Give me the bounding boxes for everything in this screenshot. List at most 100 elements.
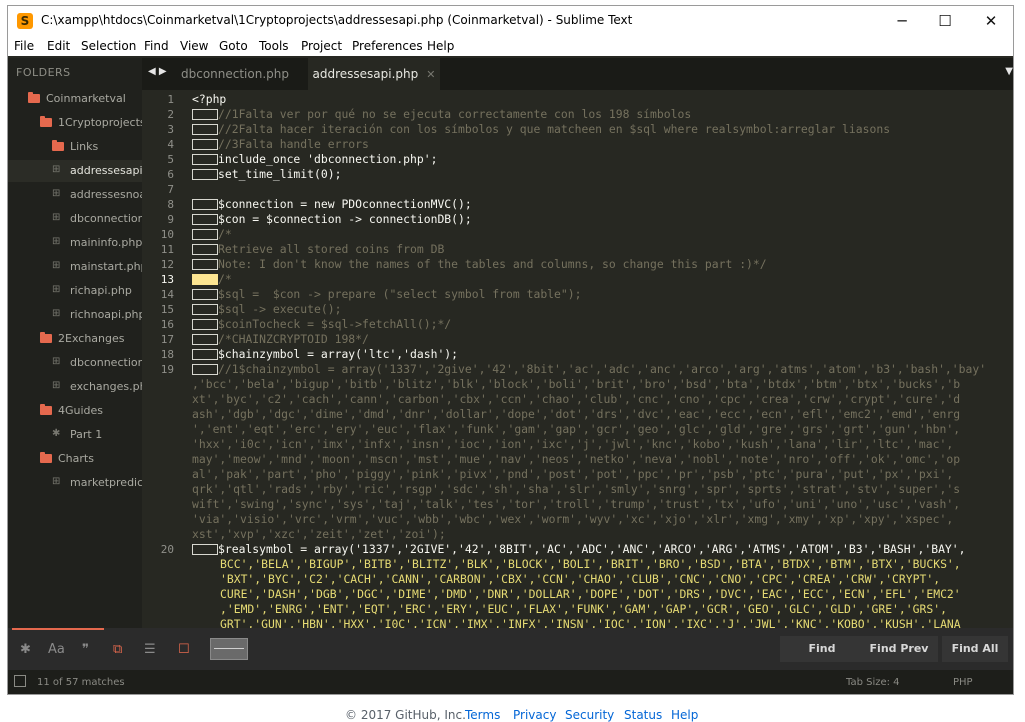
code-line: wift','swing','sync','sys','taj','talk',… (192, 497, 960, 512)
footer-link-help[interactable]: Help (671, 708, 698, 722)
menu-project[interactable]: Project (301, 39, 342, 53)
tab-dbconnection[interactable]: dbconnection.php (180, 58, 290, 90)
menu-help[interactable]: Help (427, 39, 454, 53)
editor-scrollbar[interactable] (1005, 90, 1013, 628)
code-line: $sql = $con -> prepare ("select symbol f… (192, 287, 581, 302)
code-line: ,'bcc','bela','bigup','bitb','blitz','bl… (192, 377, 960, 392)
line-number: 15 (160, 303, 174, 316)
tab-dropdown-icon[interactable]: ▼ (1005, 66, 1013, 77)
sidebar-item[interactable]: ⊞ exchanges.php (8, 376, 142, 398)
line-number: 9 (167, 213, 174, 226)
case-sensitive-toggle-icon[interactable]: Aa (48, 642, 65, 657)
line-number: 8 (167, 198, 174, 211)
whole-word-toggle-icon[interactable]: ❞ (82, 642, 89, 657)
menu-view[interactable]: View (180, 39, 208, 53)
sidebar-item[interactable]: ⊞ richnoapi.php (8, 304, 142, 326)
find-bar: ✱ Aa ❞ ⧉ ☰ ☐ Find Find Prev Find All (8, 628, 1013, 670)
find-prev-button[interactable]: Find Prev (860, 636, 938, 662)
code-line: 'hxx','i0c','icn','imx','infx','insn','i… (192, 437, 953, 452)
sidebar-item[interactable]: ⊞ addressesapi.php (8, 160, 142, 182)
line-number: 10 (160, 228, 174, 241)
sidebar-item[interactable]: ⊞ addressesnoapi.php (8, 184, 142, 206)
sidebar-item[interactable]: ⊞ marketprediction.php (8, 472, 142, 494)
sidebar-item[interactable]: ⊞ dbconnection.php (8, 208, 142, 230)
tab-bar: ◀ ▶ dbconnection.php addressesapi.php ✕ ▼ (142, 58, 1013, 90)
sidebar-item-label: Links (70, 140, 99, 153)
menu-selection[interactable]: Selection (81, 39, 136, 53)
sidebar-item[interactable]: 2Exchanges (8, 328, 142, 350)
folders-header: FOLDERS (16, 66, 71, 79)
code-line: //2Falta hacer iteración con los símbolo… (192, 122, 890, 137)
minimize-button[interactable]: ─ (879, 6, 925, 36)
tab-size-indicator[interactable]: Tab Size: 4 (846, 677, 900, 688)
wrap-toggle-icon[interactable]: ⧉ (113, 642, 122, 657)
line-number: 12 (160, 258, 174, 271)
code-text: ','ent','eqt','erc','ery','euc','flax','… (192, 422, 961, 436)
code-text: //3Falta handle errors (218, 137, 369, 151)
maximize-button[interactable]: ☐ (922, 6, 968, 36)
sidebar-item[interactable]: ✱ Part 1 (8, 424, 142, 446)
in-selection-toggle-icon[interactable]: ☰ (144, 642, 156, 657)
menu-goto[interactable]: Goto (219, 39, 248, 53)
close-button[interactable]: ✕ (968, 6, 1013, 36)
menu-preferences[interactable]: Preferences (352, 39, 423, 53)
code-editor[interactable]: 1 2 3 4 5 6 7 8 9 10 11 12 13 14 15 16 17 18 19 20 <?php//1… (142, 90, 1013, 628)
code-text: Retrieve all stored coins from DB (218, 242, 445, 256)
find-button[interactable]: Find (780, 636, 864, 662)
code-text: xst','xvp','xzc','zeit','zet','zoi'); (192, 527, 446, 541)
sidebar-item[interactable]: Links (8, 136, 142, 158)
code-line: ,'EMD','ENRG','ENT','EQT','ERC','ERY','E… (220, 602, 947, 617)
code-line: set_time_limit(0); (192, 167, 341, 182)
find-all-button[interactable]: Find All (942, 636, 1008, 662)
line-number: 5 (167, 153, 174, 166)
tab-close-icon[interactable]: ✕ (426, 68, 435, 81)
tab-scroll-arrows-icon[interactable]: ◀ ▶ (148, 66, 167, 77)
menu-tools[interactable]: Tools (259, 39, 289, 53)
match-highlight (192, 214, 218, 225)
sidebar-item[interactable]: ⊞ maininfo.php (8, 232, 142, 254)
tab-addressesapi[interactable]: addressesapi.php ✕ (308, 58, 440, 90)
sidebar-item-label: Part 1 (70, 428, 103, 441)
match-highlight (192, 244, 218, 255)
footer-link-privacy[interactable]: Privacy (513, 708, 556, 722)
code-line: ','ent','eqt','erc','ery','euc','flax','… (192, 422, 960, 437)
tab-label: addressesapi.php (312, 67, 419, 81)
menu-edit[interactable]: Edit (47, 39, 70, 53)
sidebar-item[interactable]: ⊞ dbconnection.php (8, 352, 142, 374)
code-line: //1$chainzymbol = array('1337','2give','… (192, 362, 986, 377)
regex-toggle-icon[interactable]: ✱ (20, 642, 31, 657)
sidebar-item[interactable]: 1Cryptoprojects (8, 112, 142, 134)
footer-link-security[interactable]: Security (565, 708, 614, 722)
sidebar-item-label: exchanges.php (70, 380, 142, 393)
code-line: include_once 'dbconnection.php'; (192, 152, 437, 167)
match-highlight (192, 154, 218, 165)
sidebar-item[interactable]: 4Guides (8, 400, 142, 422)
code-text: ,'bcc','bela','bigup','bitb','blitz','bl… (192, 377, 961, 391)
panel-toggle-icon[interactable] (14, 675, 26, 687)
sidebar-item[interactable]: ⊞ mainstart.php (8, 256, 142, 278)
match-highlight (192, 229, 218, 240)
code-area[interactable]: <?php//1Falta ver por qué no se ejecuta … (192, 90, 1012, 628)
code-text: $connection = new PDOconnectionMVC(); (218, 197, 472, 211)
sidebar-item-label: dbconnection.php (70, 212, 142, 225)
code-text: ,'EMD','ENRG','ENT','EQT','ERC','ERY','E… (220, 602, 947, 616)
find-input[interactable] (210, 638, 248, 660)
menu-file[interactable]: File (14, 39, 34, 53)
footer-link-terms[interactable]: Terms (465, 708, 500, 722)
match-highlight (192, 544, 218, 555)
footer-link-status[interactable]: Status (624, 708, 662, 722)
window-title: C:\xampp\htdocs\Coinmarketval\1Cryptopro… (41, 13, 633, 27)
sublime-app-icon: S (17, 13, 33, 29)
menu-find[interactable]: Find (144, 39, 169, 53)
php-file-icon: ⊞ (52, 236, 61, 247)
sidebar-item[interactable]: ⊞ richapi.php (8, 280, 142, 302)
code-line: /* (192, 272, 232, 287)
code-line: 'via','visio','vrc','vrm','vuc','wbb','w… (192, 512, 953, 527)
sidebar-item[interactable]: Coinmarketval (8, 88, 142, 110)
sidebar-item[interactable]: Charts (8, 448, 142, 470)
highlight-matches-toggle-icon[interactable]: ☐ (178, 642, 190, 657)
match-highlight (192, 349, 218, 360)
findbar-accent (12, 628, 104, 630)
syntax-indicator[interactable]: PHP (953, 677, 973, 688)
match-highlight (192, 304, 218, 315)
